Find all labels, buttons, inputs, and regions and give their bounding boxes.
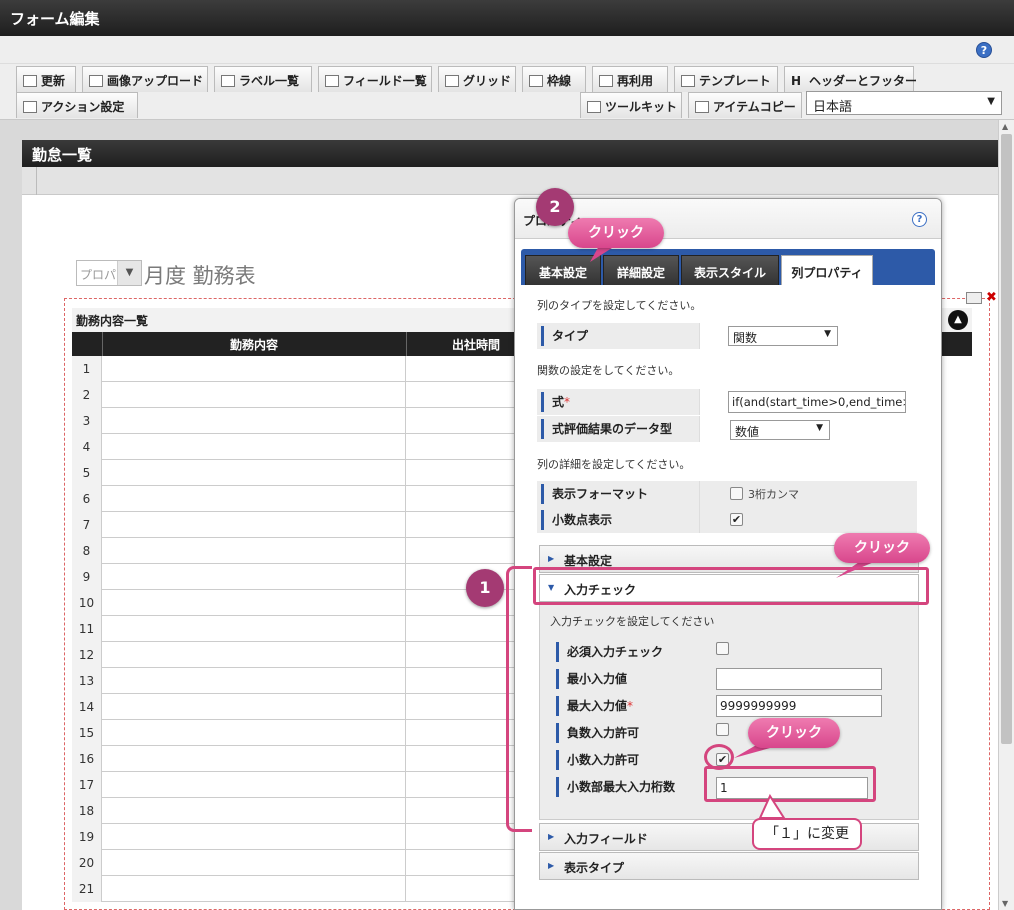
step-badge-1: 1 bbox=[466, 569, 504, 607]
change-note: 「１」に変更 bbox=[752, 818, 862, 850]
annotation-pointers bbox=[590, 244, 874, 819]
click-callout-accordion: クリック bbox=[834, 533, 930, 563]
click-callout-tab: クリック bbox=[568, 218, 664, 248]
step-badge-2: 2 bbox=[536, 188, 574, 226]
click-callout-checkbox: クリック bbox=[748, 718, 840, 748]
